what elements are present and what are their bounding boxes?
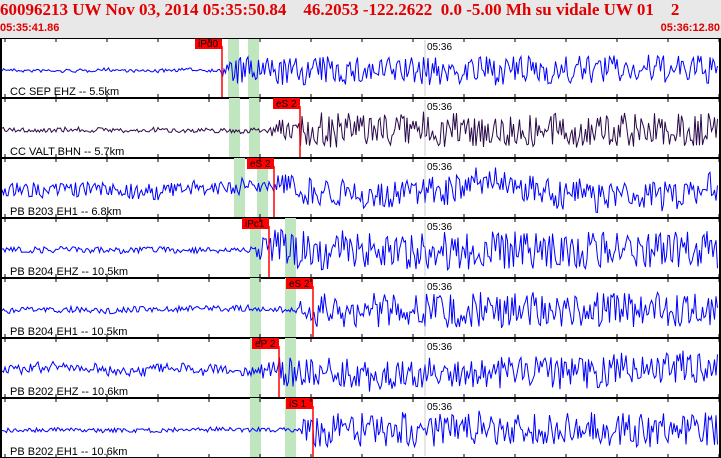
time-window	[229, 98, 240, 158]
event-header: 60096213 UW Nov 03, 2014 05:35:50.84 46.…	[0, 0, 721, 38]
pick-label: eS 2	[289, 279, 310, 290]
time-tick-label: 05:36	[427, 342, 452, 353]
station-label: PB B204 EHZ -- 10.5km	[10, 266, 128, 278]
start-time: 05:35:41.86	[0, 22, 60, 34]
trace-row[interactable]: eS 2 05:36CC VALT BHN -- 5.7km	[0, 98, 721, 159]
seismogram-trace	[1, 111, 718, 148]
pick-label: eS 2	[250, 159, 271, 170]
seismogram-trace	[1, 291, 718, 329]
time-tick-label: 05:36	[427, 402, 452, 413]
end-time: 05:36:12.80	[660, 22, 720, 34]
trace-row[interactable]: iS 1 05:36 PB B202 EH1 -- 10.6km	[0, 398, 721, 458]
station-label: PB B203 EH1 -- 6.8km	[10, 206, 121, 218]
time-tick-label: 05:36	[427, 162, 452, 173]
pick-label: eP 2	[255, 339, 276, 350]
station-label: CC SEP EHZ -- 5.5km	[10, 86, 119, 98]
event-title: 60096213 UW Nov 03, 2014 05:35:50.84 46.…	[0, 0, 680, 19]
pick-label: eS 2	[276, 99, 297, 110]
pick-label: iPc1	[245, 219, 265, 230]
time-tick-label: 05:36	[427, 282, 452, 293]
trace-row[interactable]: iPd0 05:36 CC SEP EHZ -- 5.5km	[0, 38, 721, 99]
time-tick-label: 05:36	[427, 42, 452, 53]
trace-row[interactable]: eS 2 05:36 PB B204 EH1 -- 10.5km	[0, 278, 721, 339]
pick-label: iS 1	[289, 399, 307, 410]
station-label: PB B204 EH1 -- 10.5km	[10, 326, 127, 338]
trace-row[interactable]: eS 2 05:36 PB B203 EH1 -- 6.8km	[0, 158, 721, 219]
time-window	[228, 38, 239, 98]
trace-row[interactable]: eP 2 05:36 PB B202 EHZ -- 10.6km	[0, 338, 721, 399]
seismogram-trace	[1, 54, 718, 86]
seismogram-trace	[1, 410, 718, 449]
waveform-panel[interactable]: iPd0 05:36CC SEP EHZ -- 5.5kmeS 2 05:36CC …	[0, 38, 721, 458]
time-window	[250, 398, 261, 458]
station-label: PB B202 EH1 -- 10.6km	[10, 446, 127, 458]
time-tick-label: 05:36	[427, 102, 452, 113]
time-tick-label: 05:36	[427, 222, 452, 233]
seismogram-trace	[2, 228, 718, 271]
trace-row[interactable]: iPc1 05:36 PB B204 EHZ -- 10.5km	[0, 218, 721, 279]
pick-label: iPd0	[198, 39, 218, 50]
station-label: PB B202 EHZ -- 10.6km	[10, 386, 128, 398]
